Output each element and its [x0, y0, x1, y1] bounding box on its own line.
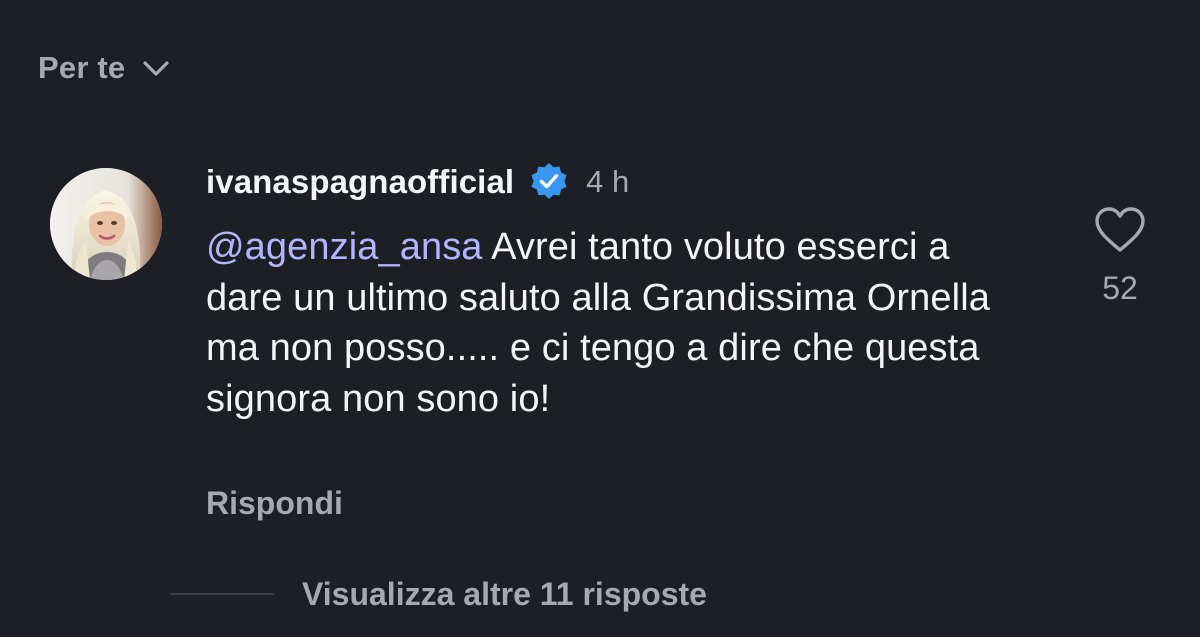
comment-body: @agenzia_ansa Avrei tanto voluto esserci…: [206, 222, 1026, 424]
divider-line: [170, 593, 274, 595]
mention-link[interactable]: @agenzia_ansa: [206, 226, 483, 268]
like-count: 52: [1102, 270, 1138, 306]
feed-filter-label: Per te: [38, 50, 126, 85]
view-replies-button[interactable]: Visualizza altre 11 risposte: [170, 572, 707, 616]
reply-button[interactable]: Rispondi: [206, 485, 343, 522]
username-link[interactable]: ivanaspagnaofficial: [206, 163, 514, 201]
like-button[interactable]: [1092, 204, 1148, 260]
heart-icon: [1094, 206, 1146, 259]
verified-badge-icon: [528, 161, 570, 203]
avatar[interactable]: [50, 168, 162, 280]
comment-header: ivanaspagnaofficial 4 h: [206, 158, 629, 206]
view-replies-label: Visualizza altre 11 risposte: [302, 575, 707, 612]
feed-filter-dropdown[interactable]: Per te: [38, 48, 173, 88]
timestamp: 4 h: [586, 164, 630, 199]
chevron-down-icon: [139, 51, 173, 85]
